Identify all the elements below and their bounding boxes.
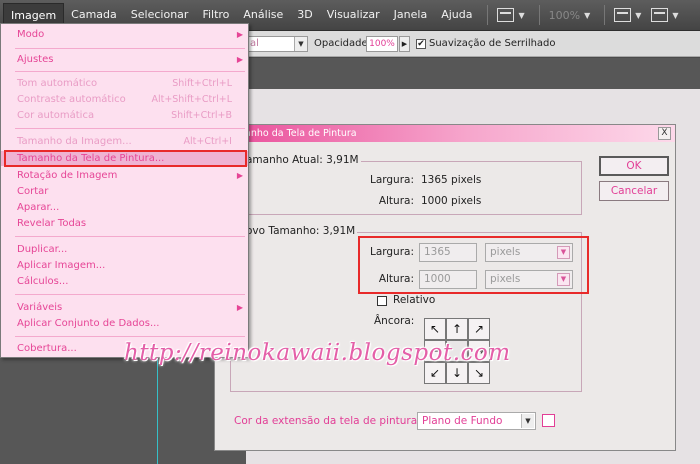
submenu-arrow-icon: ▶ xyxy=(236,55,243,64)
new-size-label: ovo Tamanho: 3,91M xyxy=(244,225,358,237)
arrange-documents-icon[interactable] xyxy=(614,8,632,22)
current-height-label: Altura: xyxy=(378,195,414,207)
current-width-value: 1365 pixels xyxy=(421,174,482,186)
menu-separator xyxy=(604,5,606,25)
chevron-down-icon[interactable]: ▼ xyxy=(521,414,534,428)
chevron-down-icon[interactable]: ▼ xyxy=(672,11,678,20)
dialog-title-bar[interactable]: anho da Tela de Pintura X xyxy=(215,125,675,142)
submenu-arrow-icon: ▶ xyxy=(236,303,243,312)
close-icon[interactable]: X xyxy=(658,127,671,140)
antialias-label: Suavização de Serrilhado xyxy=(429,38,556,49)
antialias-checkbox[interactable]: ✔ xyxy=(416,39,426,49)
screen-mode-toggle-icon[interactable] xyxy=(651,8,669,22)
menu-janela[interactable]: Janela xyxy=(387,3,435,27)
menu-separator xyxy=(15,236,245,237)
watermark-url: http://reinokawaii.blogspot.com xyxy=(124,340,511,366)
menu-item-cor-automatica[interactable]: Cor automática Shift+Ctrl+B xyxy=(1,108,248,123)
menu-item-label: Ajustes xyxy=(17,54,54,65)
menu-shortcut: Shift+Ctrl+L xyxy=(172,78,232,89)
menu-visualizar[interactable]: Visualizar xyxy=(320,3,387,27)
menu-item-label: Cálculos... xyxy=(17,276,69,287)
current-size-label: amanho Atual: 3,91M xyxy=(244,154,361,166)
extension-color-swatch[interactable] xyxy=(542,414,555,427)
menu-item-revelar-todas[interactable]: Revelar Todas xyxy=(1,216,248,231)
size-fields-highlight xyxy=(358,236,589,294)
relative-checkbox[interactable] xyxy=(377,296,387,306)
menu-item-rotacao-imagem[interactable]: Rotação de Imagem ▶ xyxy=(1,168,248,183)
menu-item-label: Modo xyxy=(17,29,45,40)
menu-separator xyxy=(15,294,245,295)
menu-ajuda[interactable]: Ajuda xyxy=(434,3,479,27)
anchor-label: Âncora: xyxy=(374,315,415,327)
current-width-label: Largura: xyxy=(369,174,414,186)
submenu-arrow-icon: ▶ xyxy=(236,30,243,39)
menu-item-label: Duplicar... xyxy=(17,244,68,255)
current-height-value: 1000 pixels xyxy=(421,195,482,207)
menu-item-calculos[interactable]: Cálculos... xyxy=(1,274,248,289)
menu-item-modo[interactable]: Modo ▶ xyxy=(1,27,248,42)
chevron-down-icon[interactable]: ▼ xyxy=(635,11,641,20)
menu-separator xyxy=(15,336,245,337)
screen-mode-icon[interactable] xyxy=(497,8,515,22)
menu-item-label: Aplicar Imagem... xyxy=(17,260,106,271)
submenu-arrow-icon: ▶ xyxy=(236,171,243,180)
menu-item-tamanho-imagem[interactable]: Tamanho da Imagem... Alt+Ctrl+I xyxy=(1,134,248,149)
menu-item-aplicar-conjunto-dados[interactable]: Aplicar Conjunto de Dados... xyxy=(1,316,248,331)
menu-item-label: Aparar... xyxy=(17,202,60,213)
menu-item-cortar[interactable]: Cortar xyxy=(1,184,248,199)
menu-item-tom-automatico[interactable]: Tom automático Shift+Ctrl+L xyxy=(1,76,248,91)
menu-item-ajustes[interactable]: Ajustes ▶ xyxy=(1,52,248,67)
menu-item-label: Cortar xyxy=(17,186,49,197)
extension-color-label: Cor da extensão da tela de pintura: xyxy=(234,415,421,427)
menu-item-contraste-automatico[interactable]: Contraste automático Alt+Shift+Ctrl+L xyxy=(1,92,248,107)
menu-separator xyxy=(538,5,540,25)
menu-item-aparar[interactable]: Aparar... xyxy=(1,200,248,215)
menu-3d[interactable]: 3D xyxy=(290,3,319,27)
mode-value: al xyxy=(250,38,259,49)
menu-separator xyxy=(487,5,489,25)
extension-color-select[interactable]: Plano de Fundo ▼ xyxy=(417,412,536,430)
anchor-arrow-up-right-icon[interactable]: ↗ xyxy=(468,318,490,340)
ok-button[interactable]: OK xyxy=(599,156,669,176)
menu-item-duplicar[interactable]: Duplicar... xyxy=(1,242,248,257)
menu-item-label: Tom automático xyxy=(17,78,98,89)
menu-separator xyxy=(15,71,245,72)
menu-item-label: Variáveis xyxy=(17,302,63,313)
opacity-label: Opacidade: xyxy=(314,38,371,49)
menu-separator xyxy=(15,128,245,129)
chevron-down-icon[interactable]: ▼ xyxy=(584,11,590,20)
mode-select[interactable]: al ▼ xyxy=(246,36,308,52)
opacity-input[interactable]: 100% xyxy=(366,36,398,52)
menu-item-label: Revelar Todas xyxy=(17,218,87,229)
zoom-level[interactable]: 100% xyxy=(549,9,580,22)
menu-item-aplicar-imagem[interactable]: Aplicar Imagem... xyxy=(1,258,248,273)
anchor-arrow-up-left-icon[interactable]: ↖ xyxy=(424,318,446,340)
menu-item-label: Contraste automático xyxy=(17,94,126,105)
extension-color-value: Plano de Fundo xyxy=(422,415,503,427)
image-menu: Modo ▶ Ajustes ▶ Tom automático Shift+Ctrl+… xyxy=(0,23,249,358)
menu-item-label: Tamanho da Imagem... xyxy=(17,136,132,147)
dialog-title: anho da Tela de Pintura xyxy=(245,128,357,139)
menu-item-label: Cor automática xyxy=(17,110,95,121)
menu-shortcut: Alt+Shift+Ctrl+L xyxy=(151,94,232,105)
menu-item-label: Cobertura... xyxy=(17,343,77,354)
menu-item-variaveis[interactable]: Variáveis ▶ xyxy=(1,300,248,315)
menu-shortcut: Shift+Ctrl+B xyxy=(171,110,232,121)
cancel-button[interactable]: Cancelar xyxy=(599,181,669,201)
menu-shortcut: Alt+Ctrl+I xyxy=(183,136,233,147)
opacity-slider-arrow-icon[interactable]: ▶ xyxy=(399,36,410,52)
menu-separator xyxy=(15,48,245,49)
relative-label: Relativo xyxy=(393,294,436,306)
menu-item-label: Rotação de Imagem xyxy=(17,170,118,181)
chevron-down-icon[interactable]: ▼ xyxy=(294,37,307,51)
chevron-down-icon[interactable]: ▼ xyxy=(518,11,524,20)
menu-item-label: Aplicar Conjunto de Dados... xyxy=(17,318,160,329)
menu-item-highlight xyxy=(4,150,247,167)
anchor-arrow-up-icon[interactable]: ↑ xyxy=(446,318,468,340)
